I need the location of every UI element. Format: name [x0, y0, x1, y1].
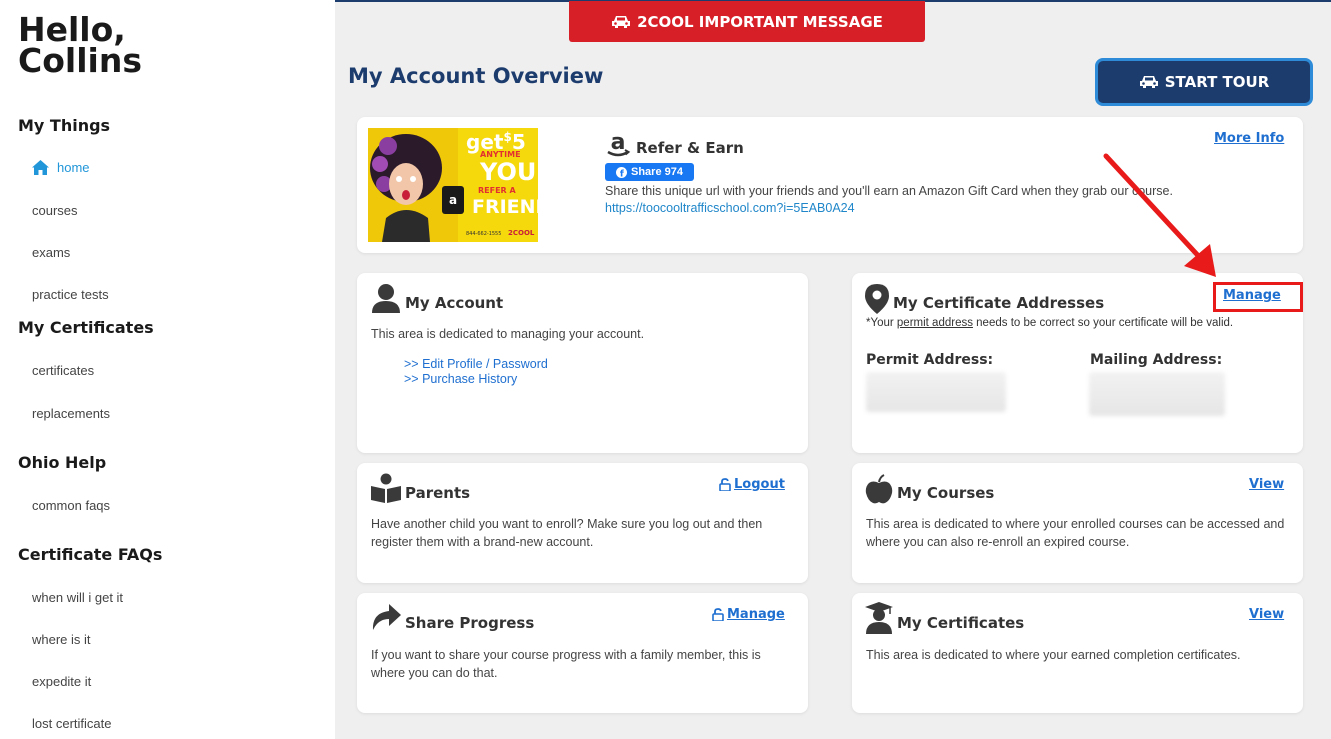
important-message-label: 2COOL IMPORTANT MESSAGE [637, 12, 883, 31]
mailing-address-value-blurred [1089, 372, 1225, 416]
mailing-address-label: Mailing Address: [1090, 352, 1223, 368]
edit-profile-link[interactable]: >> Edit Profile / Password [404, 357, 548, 372]
sidebar-item-exams[interactable]: exams [32, 245, 70, 260]
parent-reading-icon [371, 473, 401, 503]
svg-text:a: a [611, 131, 626, 155]
my-account-description: This area is dedicated to managing your … [371, 327, 645, 341]
important-message-button[interactable]: 2COOL IMPORTANT MESSAGE [569, 1, 925, 42]
certificate-addresses-title: My Certificate Addresses [893, 294, 1105, 312]
share-arrow-icon [372, 604, 401, 630]
facebook-share-button[interactable]: f Share 974 [605, 163, 694, 181]
sidebar-item-expedite-it[interactable]: expedite it [32, 674, 91, 689]
svg-text:f: f [620, 169, 624, 178]
sidebar: Hello, Collins My Things home courses ex… [0, 0, 335, 739]
permit-address-link: permit address [896, 317, 973, 329]
sidebar-item-courses[interactable]: courses [32, 203, 78, 218]
apple-icon [865, 474, 893, 504]
my-courses-title: My Courses [897, 484, 995, 502]
sidebar-item-replacements[interactable]: replacements [32, 406, 110, 421]
my-account-title: My Account [405, 294, 504, 312]
more-info-link[interactable]: More Info [1214, 131, 1284, 146]
refer-description: Share this unique url with your friends … [605, 184, 1173, 198]
view-courses-link[interactable]: View [1249, 477, 1284, 492]
parents-description: Have another child you want to enroll? M… [371, 517, 763, 549]
section-title-my-certificates: My Certificates [18, 318, 154, 337]
share-count-label: Share 974 [631, 166, 683, 178]
promo-brand-text: 2COOL [508, 229, 535, 237]
map-pin-icon [865, 284, 889, 314]
start-tour-button[interactable]: START TOUR [1095, 58, 1313, 106]
sidebar-item-practice-tests[interactable]: practice tests [32, 287, 109, 302]
facebook-icon: f [616, 166, 627, 178]
permit-address-value-blurred [866, 372, 1006, 412]
share-progress-title: Share Progress [405, 614, 535, 632]
my-certificates-description: This area is dedicated to where your ear… [866, 648, 1241, 662]
car-icon [612, 15, 631, 28]
purchase-history-link[interactable]: >> Purchase History [404, 372, 548, 387]
start-tour-label: START TOUR [1164, 73, 1270, 91]
graduate-icon [865, 602, 893, 634]
sidebar-item-label: home [57, 160, 90, 175]
page-title: My Account Overview [348, 64, 604, 88]
sidebar-item-where-is-it[interactable]: where is it [32, 632, 91, 647]
amazon-icon: a [607, 131, 631, 157]
manage-share-progress-link[interactable]: Manage [712, 607, 785, 622]
permit-address-note: *Your permit address needs to be correct… [866, 317, 1234, 329]
referral-url-link[interactable]: https://toocooltrafficschool.com?i=5EAB0… [605, 201, 855, 215]
unlock-icon [712, 608, 724, 621]
sidebar-item-common-faqs[interactable]: common faqs [32, 498, 110, 513]
refer-friend-promo-image: a get$5 ANYTIME YOU REFER A FRIEND 844-6… [368, 128, 538, 242]
sidebar-item-when-will-i-get-it[interactable]: when will i get it [32, 590, 123, 605]
logout-link[interactable]: Logout [719, 477, 785, 492]
promo-refer-text: REFER A [478, 186, 516, 195]
user-icon [372, 284, 400, 313]
sidebar-item-lost-certificate[interactable]: lost certificate [32, 716, 111, 731]
refer-earn-title: Refer & Earn [636, 139, 744, 157]
sidebar-item-certificates[interactable]: certificates [32, 363, 94, 378]
promo-phone-text: 844-662-1555 [466, 231, 502, 237]
permit-address-label: Permit Address: [866, 352, 994, 368]
view-certificates-link[interactable]: View [1249, 607, 1284, 622]
unlock-icon [719, 478, 731, 491]
car-icon [1139, 76, 1158, 88]
greeting: Hello, Collins [18, 10, 142, 80]
svg-text:a: a [449, 193, 457, 207]
home-icon [32, 160, 49, 175]
section-title-ohio-help: Ohio Help [18, 453, 107, 472]
promo-friend-text: FRIEND [472, 196, 538, 218]
my-certificates-title: My Certificates [897, 614, 1025, 632]
my-courses-description: This area is dedicated to where your enr… [866, 517, 1285, 549]
parents-title: Parents [405, 484, 471, 502]
promo-you-text: YOU [480, 158, 537, 186]
red-arrow-annotation [1103, 153, 1216, 277]
share-progress-description: If you want to share your course progres… [371, 648, 761, 680]
manage-highlight-box [1213, 282, 1303, 312]
section-title-certificate-faqs: Certificate FAQs [18, 545, 163, 564]
section-title-my-things: My Things [18, 116, 111, 135]
sidebar-item-home[interactable]: home [32, 160, 90, 175]
